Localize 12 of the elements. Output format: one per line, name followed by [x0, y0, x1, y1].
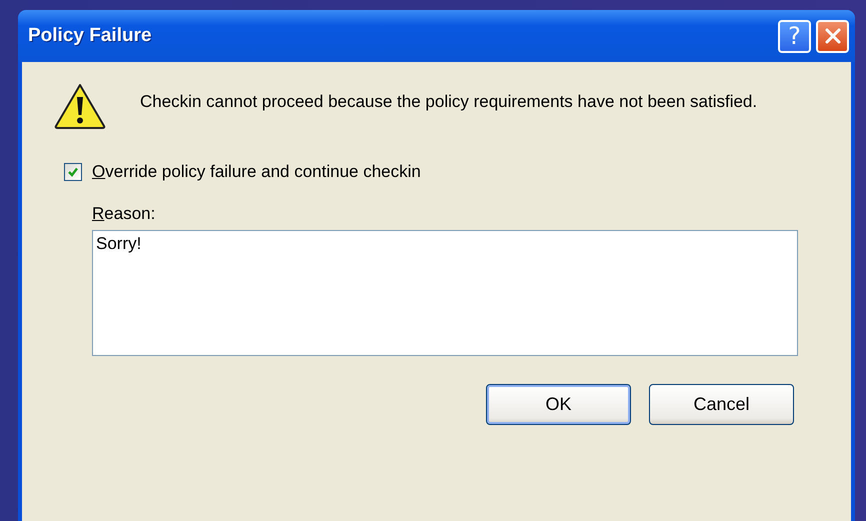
reason-label: Reason: — [92, 204, 156, 224]
message-text: Checkin cannot proceed because the policy requirements have not been satisfied. — [140, 92, 758, 112]
check-icon — [66, 165, 80, 179]
close-icon — [822, 26, 842, 46]
cancel-button[interactable]: Cancel — [649, 384, 794, 425]
checkbox-label[interactable]: Override policy failure and continue checkin — [92, 162, 421, 182]
window-title: Policy Failure — [28, 25, 152, 47]
reason-field[interactable]: Sorry! — [92, 230, 798, 356]
warning-icon — [54, 82, 106, 130]
ok-button[interactable]: OK — [486, 384, 631, 425]
close-button[interactable] — [816, 20, 849, 52]
override-checkbox[interactable] — [64, 163, 82, 181]
